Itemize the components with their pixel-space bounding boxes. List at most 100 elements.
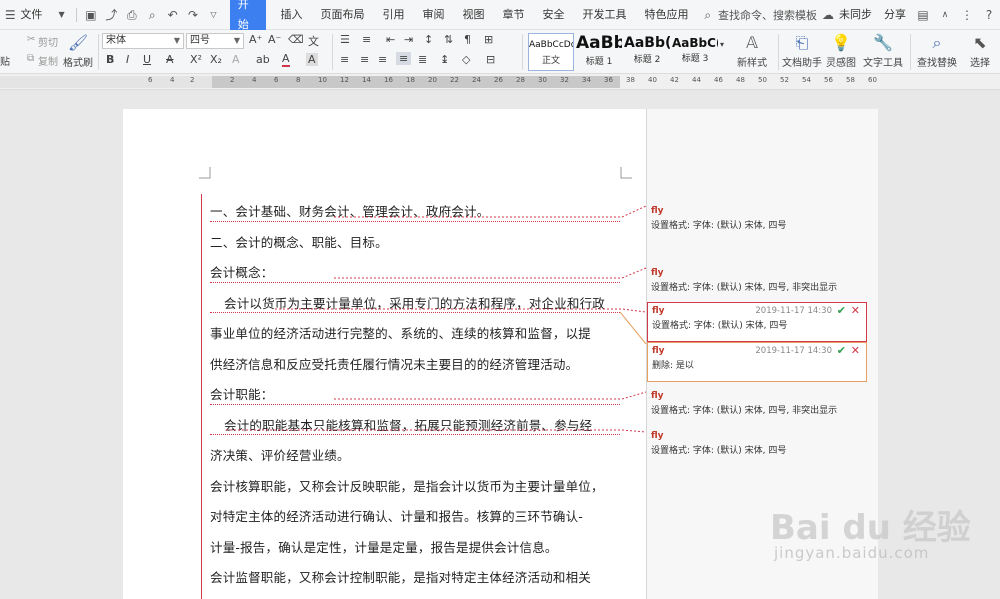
print-preview-icon[interactable]: ⌕ [145, 7, 159, 23]
more-icon[interactable]: ⋮ [959, 7, 975, 23]
collapse-icon[interactable]: ∧ [937, 7, 953, 23]
align-right-icon[interactable]: ≡ [378, 53, 387, 66]
new-style-button[interactable]: 𝔸 新样式 [730, 32, 774, 69]
justify-icon[interactable]: ≡ [396, 52, 412, 65]
inspiration-button[interactable]: 💡 灵感图 [824, 32, 858, 69]
document-paragraph[interactable]: 供经济信息和反应受托责任履行情况未主要目的的经济管理活动。 [210, 350, 620, 381]
horizontal-ruler[interactable]: 6 4 2 2 4 6 8 10 12 14 16 18 20 22 24 26 28 30 32 34 36 38 40 4… [0, 74, 1000, 90]
command-search-input[interactable]: 查找命令、搜索模板 [718, 7, 817, 23]
reject-icon[interactable]: ✕ [851, 344, 860, 357]
tab-page-layout[interactable]: 页面布局 [312, 0, 374, 30]
clear-format-icon[interactable]: ⌫ [288, 33, 304, 46]
revision-comment[interactable]: fly 设置格式: 字体: (默认) 宋体, 四号, 非突出显示 [647, 388, 867, 419]
save-icon[interactable]: ▣ [84, 7, 98, 23]
revision-comment[interactable]: fly 设置格式: 字体: (默认) 宋体, 四号 [647, 203, 867, 234]
document-body[interactable]: 一、会计基础、财务会计、管理会计、政府会计。 二、会计的概念、职能、目标。 会计概念… [210, 197, 620, 594]
accept-icon[interactable]: ✔ [837, 344, 846, 357]
document-paragraph[interactable]: 会计职能： [210, 380, 620, 411]
borders-icon[interactable]: ⊞ [484, 33, 493, 46]
document-paragraph[interactable]: 会计的职能基本只能核算和监督，拓展只能预测经济前景、参与经 [210, 411, 620, 442]
revision-comment[interactable]: fly 2019-11-17 14:30 ✔ ✕ 设置格式: 字体: (默认) 宋体, … [647, 302, 867, 342]
revision-comment[interactable]: fly 设置格式: 字体: (默认) 宋体, 四号, 非突出显示 [647, 265, 867, 296]
tab-review[interactable]: 审阅 [414, 0, 454, 30]
document-paragraph[interactable]: 济决策、评价经营业绩。 [210, 441, 620, 472]
copy-icon[interactable]: ⧉ [27, 53, 34, 64]
format-painter-button[interactable]: 🖌 格式刷 [62, 32, 94, 69]
document-paragraph[interactable]: 会计核算职能，又称会计反映职能，是指会计以货币为主要计量单位， [210, 472, 620, 503]
reject-icon[interactable]: ✕ [851, 304, 860, 317]
sort-icon[interactable]: ⇅ [444, 33, 453, 46]
search-icon[interactable]: ⌕ [701, 7, 715, 23]
tab-features[interactable]: 特色应用 [636, 0, 698, 30]
style-heading-1[interactable]: AaBb 标题 1 [576, 33, 622, 71]
doc-assistant-button[interactable]: ⎗ 文档助手 [782, 32, 822, 69]
decrease-indent-icon[interactable]: ⇤ [386, 33, 395, 46]
tab-security[interactable]: 安全 [534, 0, 574, 30]
font-size-select[interactable]: 四号 ▼ [186, 33, 244, 49]
align-left-icon[interactable]: ≡ [340, 53, 349, 66]
font-color-icon[interactable]: A [282, 53, 290, 67]
redo-icon[interactable]: ↷ [186, 7, 200, 23]
document-page[interactable]: 一、会计基础、财务会计、管理会计、政府会计。 二、会计的概念、职能、目标。 会计概念… [123, 109, 646, 599]
print-icon[interactable]: ⎙ [125, 7, 139, 23]
share-button[interactable]: 分享 [878, 0, 912, 30]
document-paragraph[interactable]: 计量-报告，确认是定性，计量是定量，报告是提供会计信息。 [210, 533, 620, 564]
grow-font-icon[interactable]: A⁺ [249, 33, 262, 46]
document-paragraph[interactable]: 二、会计的概念、职能、目标。 [210, 228, 620, 259]
document-paragraph[interactable]: 对特定主体的经济活动进行确认、计量和报告。核算的三环节确认- [210, 502, 620, 533]
strikethrough-icon[interactable]: A [166, 53, 174, 66]
select-button[interactable]: ⬉ 选择 [962, 32, 998, 69]
increase-indent-icon[interactable]: ⇥ [404, 33, 413, 46]
paste-button[interactable]: 贴 [0, 53, 10, 68]
tab-insert[interactable]: 插入 [272, 0, 312, 30]
undo-icon[interactable]: ↶ [165, 7, 179, 23]
cut-icon[interactable]: ✂ [27, 34, 35, 45]
subscript-icon[interactable]: X₂ [210, 53, 222, 66]
tab-developer[interactable]: 开发工具 [574, 0, 636, 30]
italic-icon[interactable]: I [126, 53, 129, 66]
align-center-icon[interactable]: ≡ [360, 53, 369, 66]
document-paragraph[interactable]: 一、会计基础、财务会计、管理会计、政府会计。 [210, 197, 620, 228]
underline-icon[interactable]: U [143, 53, 151, 66]
copy-button[interactable]: 复制 [38, 53, 58, 68]
shading-icon[interactable]: ◇ [462, 53, 470, 66]
document-paragraph[interactable]: 会计概念： [210, 258, 620, 289]
tab-view[interactable]: 视图 [454, 0, 494, 30]
phonetic-icon[interactable]: 文 [308, 33, 319, 49]
document-paragraph[interactable]: 会计监督职能，又称会计控制职能，是指对特定主体经济活动和相关 [210, 563, 620, 594]
find-replace-button[interactable]: ⌕ 查找替换 [914, 32, 960, 69]
file-menu[interactable]: 文件 [20, 0, 51, 30]
style-normal[interactable]: AaBbCcDd 正文 [528, 33, 574, 71]
style-heading-3[interactable]: AaBbC( 标题 3 [672, 33, 718, 71]
chevron-down-icon[interactable]: ▼ [54, 7, 68, 23]
document-paragraph[interactable]: 会计以货币为主要计量单位，采用专门的方法和程序，对企业和行政 [210, 289, 620, 320]
help-icon[interactable]: ? [981, 7, 997, 23]
shrink-font-icon[interactable]: A⁻ [268, 33, 281, 46]
styles-scroll-icon[interactable]: ▾ [720, 40, 724, 49]
chinese-layout-icon[interactable]: ↕ [424, 33, 433, 46]
skin-icon[interactable]: ▤ [915, 7, 931, 23]
superscript-icon[interactable]: X² [190, 53, 202, 66]
cloud-icon[interactable]: ☁ [820, 7, 836, 23]
table-borders-icon[interactable]: ⊟ [486, 53, 495, 66]
accept-icon[interactable]: ✔ [837, 304, 846, 317]
style-heading-2[interactable]: AaBb( 标题 2 [624, 33, 670, 71]
cut-button[interactable]: 剪切 [38, 34, 58, 49]
sync-status[interactable]: 未同步 [839, 0, 878, 30]
numbered-list-icon[interactable]: ≡ [362, 33, 371, 46]
bold-icon[interactable]: B [106, 53, 114, 66]
font-name-select[interactable]: 宋体 ▼ [102, 33, 184, 49]
export-icon[interactable]: ⤴ [104, 7, 118, 23]
char-shading-icon[interactable]: A [306, 53, 318, 66]
distributed-icon[interactable]: ≣ [418, 53, 427, 66]
customize-icon[interactable]: ▽ [206, 7, 220, 23]
text-tools-button[interactable]: 🔧 文字工具 [860, 32, 906, 69]
tab-references[interactable]: 引用 [374, 0, 414, 30]
revision-comment[interactable]: fly 设置格式: 字体: (默认) 宋体, 四号 [647, 428, 867, 459]
show-marks-icon[interactable]: ¶ [464, 33, 471, 46]
tab-chapter[interactable]: 章节 [494, 0, 534, 30]
revision-comment[interactable]: fly 2019-11-17 14:30 ✔ ✕ 删除: 是以 [647, 342, 867, 382]
text-effect-icon[interactable]: A [232, 53, 240, 66]
document-paragraph[interactable]: 事业单位的经济活动进行完整的、系统的、连续的核算和监督，以提 [210, 319, 620, 350]
highlight-icon[interactable]: ab [256, 53, 270, 66]
